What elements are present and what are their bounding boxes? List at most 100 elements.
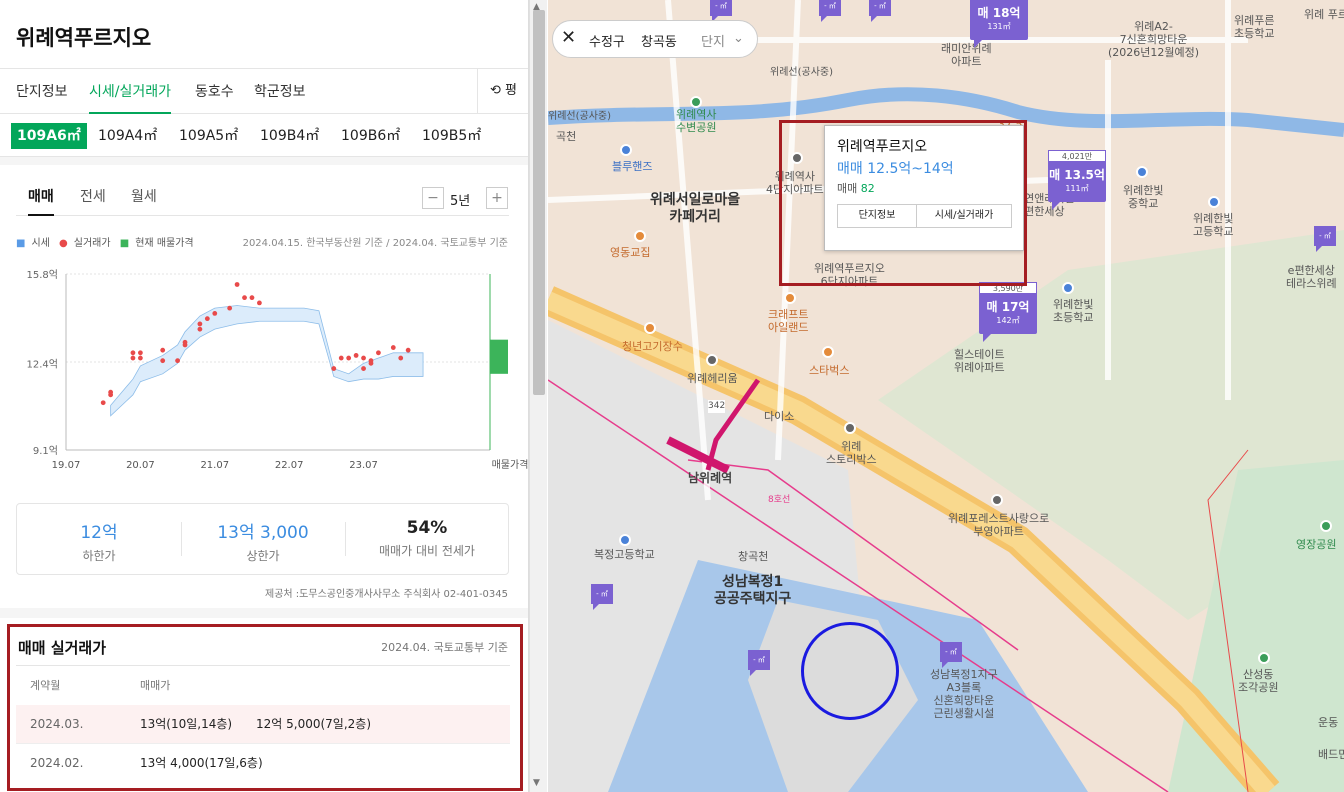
- map-label: 남위례역: [688, 471, 733, 485]
- car-service-icon[interactable]: [620, 144, 632, 156]
- type-tab[interactable]: 109B4㎡: [254, 123, 325, 149]
- real-deal-point: [227, 305, 233, 311]
- breadcrumb-complex[interactable]: 단지: [701, 31, 725, 50]
- map-label: 위례포레스트사랑으로 부영아파트: [948, 512, 1050, 538]
- x-tick-label: 23.07: [349, 460, 378, 471]
- map-label: 위례 푸르: [1304, 8, 1344, 21]
- x-tick-label: 22.07: [275, 460, 304, 471]
- tab-monthly[interactable]: 월세: [131, 186, 157, 206]
- section-title: 매매 실거래가: [18, 639, 107, 657]
- real-deal-point: [130, 355, 136, 361]
- restaurant-icon[interactable]: [644, 322, 656, 334]
- real-deal-point: [108, 389, 114, 395]
- park-icon[interactable]: [1258, 652, 1270, 664]
- map-label: 청년고기장수: [622, 340, 683, 353]
- building-icon[interactable]: [844, 422, 856, 434]
- map-view[interactable]: 위례A2- 7신혼희망타운 (2026년12월예정) 위례푸른 초등학교 위례 푸르 …: [548, 0, 1344, 792]
- type-tab[interactable]: 109B5㎡: [416, 123, 487, 149]
- type-tab[interactable]: 109A6㎡: [11, 123, 87, 149]
- real-deal-point: [338, 355, 344, 361]
- small-marker[interactable]: - ㎡: [748, 650, 770, 676]
- period-decrease-button[interactable]: −: [422, 187, 444, 209]
- real-deal-point: [257, 300, 262, 306]
- chevron-down-icon[interactable]: ⌄: [733, 31, 744, 46]
- tab-unit-number[interactable]: 동호수: [195, 81, 234, 101]
- listing-marker[interactable]: 3,590만 매 17억 142㎡: [979, 282, 1037, 342]
- type-tab[interactable]: 109A4㎡: [92, 123, 163, 149]
- tab-sale[interactable]: 매매: [28, 186, 54, 216]
- x-tick-label: 20.07: [126, 460, 155, 471]
- small-marker[interactable]: - ㎡: [1314, 226, 1336, 252]
- real-deal-point: [390, 345, 396, 350]
- provider-note: 제공처 :도무스공인중개사사무소 주식회사 02-401-0345: [265, 589, 508, 600]
- deal-month: 2024.02.: [30, 756, 84, 770]
- restaurant-icon[interactable]: [634, 230, 646, 242]
- real-deal-point: [361, 355, 366, 361]
- cafe-icon[interactable]: [784, 292, 796, 304]
- table-row: 2024.03. 13억(10일,14층) 12억 5,000(7일,2층): [16, 705, 510, 743]
- panel-scrollbar[interactable]: ▲ ▼: [529, 0, 547, 792]
- small-marker[interactable]: - ㎡: [710, 0, 732, 22]
- school-icon[interactable]: [619, 534, 631, 546]
- col-month-header: 계약월: [30, 679, 61, 692]
- legend-market: 시세: [31, 238, 50, 249]
- pyeong-toggle-button[interactable]: ⟲ 평: [477, 69, 528, 114]
- school-icon[interactable]: [1062, 282, 1074, 294]
- chart-legend: ■ 시세 ● 실거래가 ■ 현재 매물가격: [16, 234, 200, 249]
- type-tab[interactable]: 109B6㎡: [335, 123, 406, 149]
- legend-real: 실거래가: [73, 238, 111, 249]
- scroll-down-icon[interactable]: ▼: [533, 778, 540, 788]
- legend-dot-icon: ●: [59, 238, 68, 249]
- small-marker[interactable]: - ㎡: [940, 642, 962, 668]
- close-icon[interactable]: ✕: [561, 27, 576, 48]
- listing-marker[interactable]: 4,021만 매 13.5억 111㎡: [1048, 150, 1106, 210]
- stat-label: 하한가: [82, 549, 116, 563]
- small-marker[interactable]: - ㎡: [819, 0, 841, 22]
- divider: [0, 157, 528, 165]
- map-label: 위례선(공사중): [770, 67, 834, 78]
- type-tab[interactable]: 109A5㎡: [173, 123, 244, 149]
- park-icon[interactable]: [690, 96, 702, 108]
- small-marker[interactable]: - ㎡: [591, 584, 613, 610]
- marker-price: 매 13.5억: [1049, 168, 1105, 182]
- period-increase-button[interactable]: +: [486, 187, 508, 209]
- divider: [16, 665, 510, 666]
- legend-listing: 현재 매물가격: [135, 238, 194, 249]
- map-label: 곡천: [556, 130, 577, 143]
- map-label: 배드민: [1318, 748, 1344, 761]
- real-deal-point: [368, 358, 374, 364]
- map-label: 스타벅스: [809, 364, 850, 377]
- stat-value: 13억 3,000: [217, 523, 309, 543]
- real-deal-point: [331, 366, 337, 371]
- map-label: 8호선: [768, 495, 791, 505]
- tab-school[interactable]: 학군정보: [254, 81, 306, 101]
- real-deal-point: [175, 358, 180, 364]
- real-deal-point: [398, 355, 404, 361]
- page-title: 위례역푸르지오: [16, 26, 152, 50]
- marker-area: 131㎡: [987, 22, 1011, 31]
- school-icon[interactable]: [1136, 166, 1148, 178]
- tab-complex-info[interactable]: 단지정보: [16, 81, 68, 101]
- building-icon[interactable]: [991, 494, 1003, 506]
- marker-area: 111㎡: [1065, 184, 1089, 193]
- marker-area: 142㎡: [996, 316, 1020, 325]
- cafe-icon[interactable]: [822, 346, 834, 358]
- park-icon[interactable]: [1320, 520, 1332, 532]
- breadcrumb-district[interactable]: 수정구: [589, 31, 625, 50]
- school-icon[interactable]: [1208, 196, 1220, 208]
- breadcrumb-dong[interactable]: 창곡동: [641, 31, 677, 50]
- real-deal-point: [160, 358, 166, 364]
- small-marker[interactable]: - ㎡: [869, 0, 891, 22]
- scroll-thumb[interactable]: [533, 10, 545, 395]
- real-deal-point: [100, 400, 106, 406]
- listing-bar: [490, 339, 508, 374]
- real-deal-point: [137, 350, 143, 356]
- tab-jeonse[interactable]: 전세: [80, 186, 106, 206]
- listing-marker[interactable]: 매 18억 131㎡: [970, 0, 1028, 48]
- map-label: 블루핸즈: [612, 160, 653, 173]
- real-deal-point: [242, 295, 247, 301]
- x-tick-label: 매물가격: [492, 458, 529, 471]
- tab-price[interactable]: 시세/실거래가: [89, 81, 171, 114]
- building-icon[interactable]: [706, 354, 718, 366]
- detail-tabs: 단지정보 시세/실거래가 동호수 학군정보 ⟲ 평: [0, 68, 528, 114]
